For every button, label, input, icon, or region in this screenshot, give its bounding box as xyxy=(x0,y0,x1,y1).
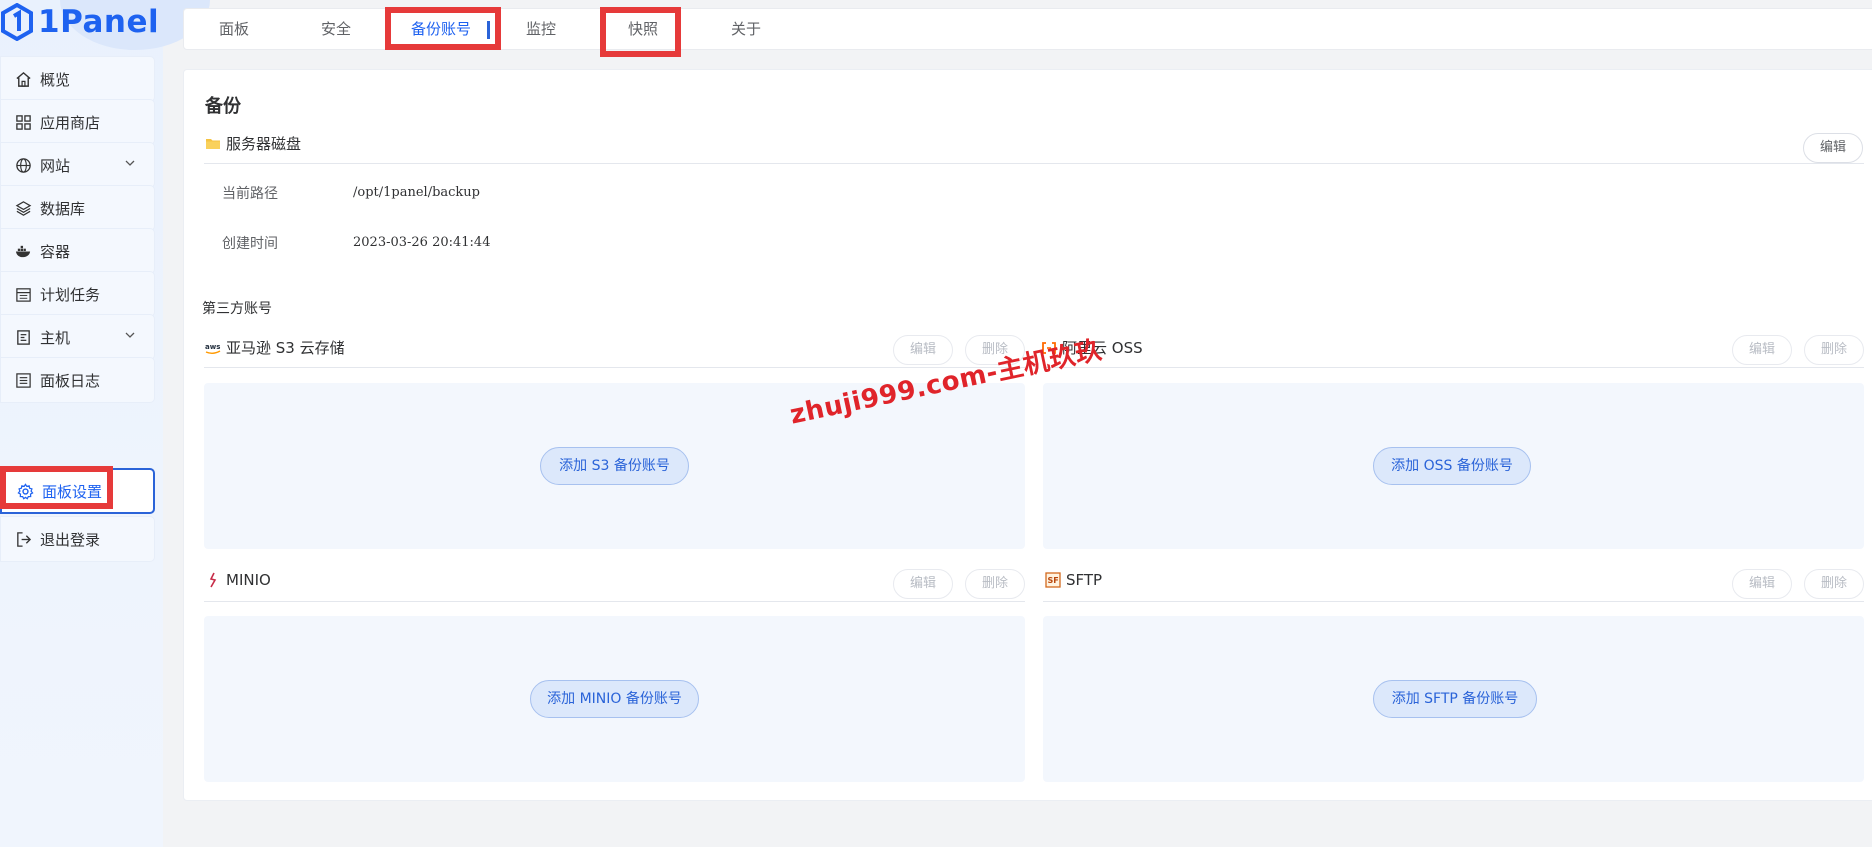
divider xyxy=(1043,367,1864,368)
docker-icon xyxy=(14,242,32,260)
sidebar-item-label: 面板设置 xyxy=(42,482,103,501)
sftp-icon: SF xyxy=(1045,572,1061,588)
add-oss-account-button[interactable]: 添加 OSS 备份账号 xyxy=(1373,447,1531,485)
server-disk-header: 服务器磁盘 xyxy=(205,133,301,154)
path-label: 当前路径 xyxy=(222,186,278,202)
created-time-label: 创建时间 xyxy=(222,236,278,252)
oss-edit-button[interactable]: 编辑 xyxy=(1732,335,1792,365)
folder-icon xyxy=(205,136,221,152)
svg-text:aws: aws xyxy=(205,343,220,351)
sidebar-item-label: 网站 xyxy=(40,156,71,175)
sidebar-item-label: 数据库 xyxy=(40,199,86,218)
sftp-edit-button[interactable]: 编辑 xyxy=(1732,569,1792,599)
grid-icon xyxy=(14,113,32,131)
sidebar-item-label: 主机 xyxy=(40,328,71,347)
add-minio-account-button[interactable]: 添加 MINIO 备份账号 xyxy=(530,680,699,718)
add-s3-account-button[interactable]: 添加 S3 备份账号 xyxy=(540,447,689,485)
tab-security[interactable]: 安全 xyxy=(306,9,366,49)
sidebar-item-host[interactable]: 主机 xyxy=(0,314,155,360)
sidebar-item-overview[interactable]: 概览 xyxy=(0,56,155,102)
minio-delete-button[interactable]: 删除 xyxy=(965,569,1025,599)
globe-icon xyxy=(14,156,32,174)
home-icon xyxy=(14,70,32,88)
log-icon xyxy=(14,371,32,389)
sidebar-item-panel-log[interactable]: 面板日志 xyxy=(0,357,155,403)
tab-monitor[interactable]: 监控 xyxy=(511,9,571,49)
sidebar-item-label: 概览 xyxy=(40,70,71,89)
calendar-icon xyxy=(14,285,32,303)
sftp-name: SFTP xyxy=(1066,571,1103,589)
minio-header: MINIO xyxy=(205,571,271,589)
sidebar-item-label: 容器 xyxy=(40,242,71,261)
sidebar-item-label: 计划任务 xyxy=(40,285,101,304)
sidebar-item-logout[interactable]: 退出登录 xyxy=(0,516,155,562)
sidebar-item-website[interactable]: 网站 xyxy=(0,142,155,188)
tab-snapshot[interactable]: 快照 xyxy=(613,9,673,49)
sftp-delete-button[interactable]: 删除 xyxy=(1804,569,1864,599)
app-logo[interactable]: 1Panel xyxy=(0,0,160,44)
active-tab-indicator xyxy=(487,21,490,39)
sidebar-item-cron[interactable]: 计划任务 xyxy=(0,271,155,317)
sidebar-item-label: 面板日志 xyxy=(40,371,101,390)
aws-icon: aws xyxy=(205,340,221,356)
sftp-empty-panel: 添加 SFTP 备份账号 xyxy=(1043,616,1864,782)
sftp-header: SF SFTP xyxy=(1045,571,1102,589)
sidebar-item-database[interactable]: 数据库 xyxy=(0,185,155,231)
divider xyxy=(204,367,1025,368)
minio-edit-button[interactable]: 编辑 xyxy=(893,569,953,599)
s3-header: aws 亚马逊 S3 云存储 xyxy=(205,337,345,358)
oss-empty-panel: 添加 OSS 备份账号 xyxy=(1043,383,1864,549)
server-disk-label: 服务器磁盘 xyxy=(226,135,302,153)
sidebar-item-app-store[interactable]: 应用商店 xyxy=(0,99,155,145)
backup-card: 备份 服务器磁盘 编辑 当前路径 /opt/1panel/backup 创建时间… xyxy=(183,69,1872,801)
sidebar-item-label: 应用商店 xyxy=(40,113,101,132)
tab-panel[interactable]: 面板 xyxy=(204,9,264,49)
third-party-title: 第三方账号 xyxy=(202,301,272,317)
layers-icon xyxy=(14,199,32,217)
divider xyxy=(204,601,1025,602)
svg-text:SF: SF xyxy=(1048,576,1059,585)
host-icon xyxy=(14,328,32,346)
divider xyxy=(204,163,1864,164)
oss-delete-button[interactable]: 删除 xyxy=(1804,335,1864,365)
settings-tabs: 面板 安全 备份账号 监控 快照 关于 xyxy=(183,8,1872,50)
server-disk-edit-button[interactable]: 编辑 xyxy=(1803,133,1863,163)
1panel-logo-icon xyxy=(1,3,33,41)
page-title: 备份 xyxy=(205,96,241,117)
divider xyxy=(1043,601,1864,602)
tab-backup-account[interactable]: 备份账号 xyxy=(396,9,486,49)
sidebar-item-label: 退出登录 xyxy=(40,530,101,549)
chevron-down-icon xyxy=(125,160,135,166)
gear-icon xyxy=(16,482,34,500)
sidebar-item-container[interactable]: 容器 xyxy=(0,228,155,274)
tab-about[interactable]: 关于 xyxy=(716,9,776,49)
s3-name: 亚马逊 S3 云存储 xyxy=(226,339,345,357)
add-sftp-account-button[interactable]: 添加 SFTP 备份账号 xyxy=(1373,680,1537,718)
s3-edit-button[interactable]: 编辑 xyxy=(893,335,953,365)
sidebar: 1Panel 概览 应用商店 网站 数据库 容器 计划任务 主机 面板日志 面板… xyxy=(0,0,210,847)
path-value: /opt/1panel/backup xyxy=(353,185,481,200)
logo-text: 1Panel xyxy=(38,4,160,40)
chevron-down-icon xyxy=(125,332,135,338)
minio-name: MINIO xyxy=(226,571,271,589)
minio-empty-panel: 添加 MINIO 备份账号 xyxy=(204,616,1025,782)
created-time-value: 2023-03-26 20:41:44 xyxy=(353,235,491,250)
logout-icon xyxy=(14,530,32,548)
sidebar-item-panel-settings[interactable]: 面板设置 xyxy=(0,468,155,514)
minio-icon xyxy=(205,572,221,588)
